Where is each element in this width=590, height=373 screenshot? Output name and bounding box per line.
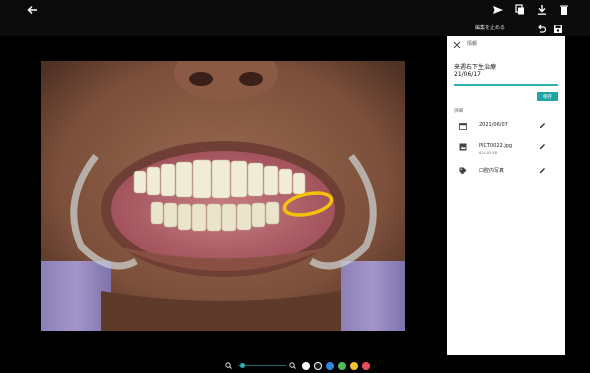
color-green[interactable] bbox=[338, 361, 346, 370]
tag-icon bbox=[459, 167, 467, 175]
calendar-icon bbox=[459, 123, 467, 130]
file-size: 624.05 KB bbox=[479, 151, 498, 155]
edit-toolbar: 編集を止める bbox=[0, 22, 590, 36]
file-name: PICT0022.jpg bbox=[479, 143, 513, 149]
color-blue[interactable] bbox=[326, 361, 334, 370]
note-underline bbox=[454, 84, 558, 86]
zoom-slider-thumb[interactable] bbox=[240, 362, 246, 368]
tag-text: 口腔内写真 bbox=[479, 168, 505, 174]
color-white[interactable] bbox=[302, 361, 310, 370]
save-icon[interactable] bbox=[553, 24, 563, 34]
tag-row: 口腔内写真 bbox=[459, 166, 559, 180]
save-button[interactable]: 保存 bbox=[537, 92, 558, 101]
download-icon[interactable] bbox=[536, 4, 548, 16]
zoom-out-icon[interactable] bbox=[225, 362, 232, 369]
edit-tag-icon[interactable] bbox=[539, 167, 546, 174]
trash-icon[interactable] bbox=[558, 4, 570, 16]
file-row: PICT0022.jpg 624.05 KB bbox=[459, 142, 559, 156]
back-arrow-icon[interactable] bbox=[26, 3, 40, 17]
zoom-slider[interactable] bbox=[238, 365, 286, 366]
color-yellow[interactable] bbox=[350, 361, 358, 370]
note-textarea[interactable]: 来週右下生治療 21/06/17 bbox=[454, 64, 496, 78]
edit-file-icon[interactable] bbox=[539, 143, 546, 150]
date-text: 2021/06/07 bbox=[479, 122, 508, 128]
panel-title: 情報 bbox=[467, 41, 478, 47]
image-icon bbox=[459, 143, 467, 151]
edit-date-icon[interactable] bbox=[539, 122, 546, 129]
bottom-toolbar bbox=[0, 357, 590, 373]
color-red[interactable] bbox=[362, 361, 370, 370]
close-icon[interactable] bbox=[453, 41, 461, 49]
undo-icon[interactable] bbox=[536, 24, 546, 34]
stop-editing-button[interactable]: 編集を止める bbox=[475, 24, 505, 31]
copy-icon[interactable] bbox=[514, 4, 526, 16]
dental-photo[interactable] bbox=[41, 61, 405, 331]
send-icon[interactable] bbox=[492, 4, 504, 16]
details-label: 詳細 bbox=[454, 109, 463, 114]
zoom-in-icon[interactable] bbox=[289, 362, 296, 369]
info-panel: 情報 来週右下生治療 21/06/17 保存 詳細 2021/06/07 PIC… bbox=[447, 36, 565, 355]
date-row: 2021/06/07 bbox=[459, 121, 559, 135]
top-actions bbox=[492, 4, 570, 16]
color-black[interactable] bbox=[314, 361, 322, 370]
top-bar bbox=[0, 0, 590, 23]
